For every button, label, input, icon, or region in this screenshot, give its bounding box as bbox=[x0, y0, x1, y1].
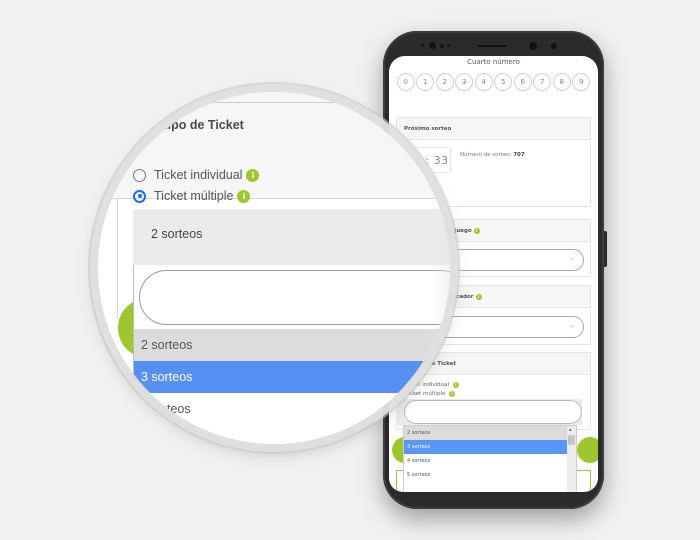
dropdown-search-input[interactable] bbox=[139, 270, 450, 325]
digit-button[interactable]: 6 bbox=[513, 73, 532, 91]
magnified-view: . tipo de Ticket Ticket individual i Tick… bbox=[98, 92, 450, 444]
title-prefix: . bbox=[156, 118, 160, 132]
info-icon[interactable]: i bbox=[473, 227, 480, 234]
sensor-dot bbox=[440, 44, 444, 48]
fourth-number-title: Cuarto número bbox=[467, 58, 520, 66]
card-border bbox=[117, 199, 118, 319]
option-label: teos bbox=[167, 402, 191, 416]
option-label: 2 sorteos bbox=[141, 338, 193, 352]
dropdown-option[interactable]: 5 sorteos bbox=[404, 468, 575, 482]
dropdown-option[interactable]: 4 sorteos bbox=[404, 454, 575, 468]
sensor-dot bbox=[447, 44, 450, 47]
digit-button[interactable]: 8 bbox=[552, 73, 571, 91]
dropdown-list: 2 sorteos 3 sorteos teos bbox=[133, 265, 450, 444]
digit-picker: 0 1 2 3 4 5 6 7 8 9 bbox=[389, 73, 598, 91]
info-icon[interactable]: i bbox=[449, 391, 456, 397]
digit-button[interactable]: 2 bbox=[435, 73, 454, 91]
info-icon[interactable]: i bbox=[475, 293, 482, 300]
radio-ticket-multiple[interactable]: Ticket múltiple i bbox=[133, 189, 251, 203]
front-camera-icon bbox=[429, 42, 436, 49]
chevron-down-icon: ⌄ bbox=[568, 322, 574, 329]
digit-button[interactable]: 4 bbox=[474, 73, 493, 91]
draw-number-label: Número de sorteo: bbox=[460, 152, 512, 158]
draw-number: Número de sorteo: 707 bbox=[460, 152, 525, 158]
info-icon[interactable]: i bbox=[452, 382, 459, 388]
dropdown-option[interactable]: teos bbox=[134, 393, 450, 425]
radio-unchecked-icon[interactable] bbox=[133, 168, 146, 182]
info-icon[interactable]: i bbox=[246, 168, 260, 182]
dropdown-option[interactable]: 2 sorteos bbox=[134, 329, 450, 361]
camera-icon bbox=[529, 42, 537, 50]
divider bbox=[128, 102, 368, 103]
option-label: 3 sorteos bbox=[141, 370, 193, 384]
radio-checked-icon[interactable] bbox=[133, 189, 146, 203]
scroll-up-icon[interactable]: ▴ bbox=[569, 427, 572, 433]
sensor-dot bbox=[551, 43, 557, 49]
chevron-down-icon: ⌄ bbox=[568, 255, 574, 262]
draw-number-value: 707 bbox=[513, 152, 525, 158]
green-button[interactable] bbox=[577, 437, 598, 463]
sensor-dot bbox=[421, 44, 424, 47]
power-button bbox=[604, 231, 607, 267]
speaker-grille bbox=[478, 45, 507, 47]
dropdown-scrollbar[interactable]: ▴ bbox=[567, 426, 576, 492]
dropdown-option-selected[interactable]: 3 sorteos bbox=[134, 361, 450, 393]
info-icon[interactable]: i bbox=[237, 189, 251, 203]
digit-button[interactable]: 3 bbox=[455, 73, 474, 91]
magnifier-lens: . tipo de Ticket Ticket individual i Tick… bbox=[98, 92, 450, 444]
radio-ticket-individual[interactable]: Ticket individual i bbox=[133, 168, 260, 182]
digit-button[interactable]: 9 bbox=[572, 73, 591, 91]
radio-label: Ticket individual bbox=[154, 168, 243, 182]
title-text: tipo de Ticket bbox=[163, 118, 244, 132]
magnified-title: . tipo de Ticket bbox=[156, 118, 244, 132]
phone-sensors bbox=[383, 40, 604, 54]
digit-button[interactable]: 1 bbox=[416, 73, 435, 91]
scrollbar-thumb[interactable] bbox=[568, 435, 575, 445]
magnified-card-header: . tipo de Ticket bbox=[98, 92, 450, 199]
combo-value: 2 sorteos bbox=[151, 227, 203, 241]
digit-button[interactable]: 7 bbox=[533, 73, 552, 91]
digit-button[interactable]: 0 bbox=[396, 73, 415, 91]
digit-button[interactable]: 5 bbox=[494, 73, 513, 91]
radio-label: Ticket múltiple bbox=[154, 189, 234, 203]
lens-edge-shade bbox=[430, 92, 450, 444]
draws-combo[interactable]: 2 sorteos bbox=[133, 209, 450, 265]
